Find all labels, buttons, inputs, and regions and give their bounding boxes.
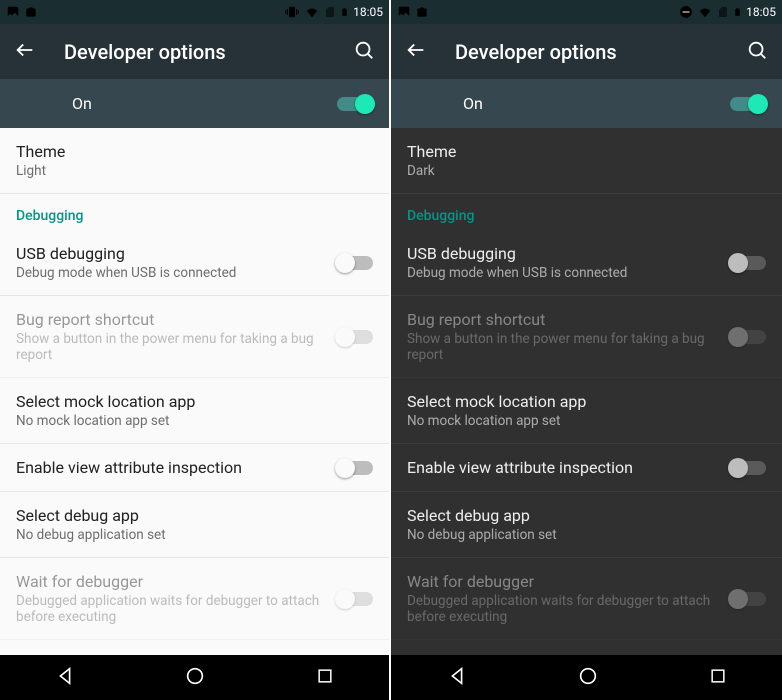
mock-sub: No mock location app set [16, 413, 373, 429]
clock: 18:05 [746, 5, 776, 19]
shop-icon [415, 5, 429, 19]
search-icon[interactable] [746, 39, 768, 65]
bug-sub: Show a button in the power menu for taki… [16, 331, 337, 363]
row-wait-debugger: Wait for debugger Debugged application w… [0, 558, 389, 640]
row-theme[interactable]: Theme Dark [391, 128, 782, 194]
wait-title: Wait for debugger [16, 572, 337, 591]
nav-bar [0, 655, 389, 700]
page-title: Developer options [64, 40, 353, 64]
section-debugging: Debugging [0, 194, 389, 230]
status-bar: 18:05 [391, 0, 782, 24]
master-toggle-row[interactable]: On [0, 79, 389, 128]
phone-light: 18:05 Developer options On Theme Light D… [0, 0, 391, 700]
wait-switch [730, 592, 766, 606]
usb-switch[interactable] [730, 256, 766, 270]
back-icon[interactable] [14, 39, 36, 65]
dnd-icon [679, 5, 693, 19]
usb-title: USB debugging [407, 244, 730, 263]
master-switch[interactable] [337, 97, 373, 111]
theme-value: Dark [407, 163, 766, 179]
row-mock-location[interactable]: Select mock location app No mock locatio… [391, 378, 782, 444]
debugapp-title: Select debug app [16, 506, 373, 525]
debugapp-sub: No debug application set [16, 527, 373, 543]
sim-icon [324, 5, 336, 19]
attr-title: Enable view attribute inspection [16, 458, 337, 477]
phone-dark: 18:05 Developer options On Theme Dark De… [391, 0, 782, 700]
master-toggle-label: On [72, 94, 337, 113]
wifi-icon [697, 5, 713, 19]
status-bar: 18:05 [0, 0, 389, 24]
theme-title: Theme [407, 142, 766, 161]
search-icon[interactable] [353, 39, 375, 65]
back-icon[interactable] [405, 39, 427, 65]
row-debug-app[interactable]: Select debug app No debug application se… [391, 492, 782, 558]
battery-icon [340, 5, 349, 19]
app-bar: Developer options [0, 24, 389, 79]
vibrate-icon [284, 5, 300, 19]
app-bar: Developer options [391, 24, 782, 79]
bug-switch [730, 330, 766, 344]
nav-home-icon[interactable] [184, 665, 206, 691]
attr-title: Enable view attribute inspection [407, 458, 730, 477]
wait-sub: Debugged application waits for debugger … [407, 593, 730, 625]
row-bug-report: Bug report shortcut Show a button in the… [391, 296, 782, 378]
nav-home-icon[interactable] [577, 665, 599, 691]
wait-title: Wait for debugger [407, 572, 730, 591]
mock-sub: No mock location app set [407, 413, 766, 429]
wifi-icon [304, 5, 320, 19]
usb-sub: Debug mode when USB is connected [16, 265, 337, 281]
row-wait-debugger: Wait for debugger Debugged application w… [391, 558, 782, 640]
wait-switch [337, 592, 373, 606]
bug-switch [337, 330, 373, 344]
row-attr-inspect[interactable]: Enable view attribute inspection [0, 444, 389, 492]
image-icon [6, 5, 20, 19]
bug-title: Bug report shortcut [16, 310, 337, 329]
section-debugging: Debugging [391, 194, 782, 230]
attr-switch[interactable] [730, 461, 766, 475]
row-usb-debugging[interactable]: USB debugging Debug mode when USB is con… [391, 230, 782, 296]
page-title: Developer options [455, 40, 746, 64]
wait-sub: Debugged application waits for debugger … [16, 593, 337, 625]
usb-switch[interactable] [337, 256, 373, 270]
nav-back-icon[interactable] [446, 665, 468, 691]
nav-bar [391, 655, 782, 700]
master-toggle-label: On [463, 94, 730, 113]
row-debug-app[interactable]: Select debug app No debug application se… [0, 492, 389, 558]
master-switch[interactable] [730, 97, 766, 111]
row-theme[interactable]: Theme Light [0, 128, 389, 194]
row-attr-inspect[interactable]: Enable view attribute inspection [391, 444, 782, 492]
attr-switch[interactable] [337, 461, 373, 475]
row-bug-report: Bug report shortcut Show a button in the… [0, 296, 389, 378]
theme-value: Light [16, 163, 373, 179]
row-mock-location[interactable]: Select mock location app No mock locatio… [0, 378, 389, 444]
theme-title: Theme [16, 142, 373, 161]
nav-back-icon[interactable] [54, 665, 76, 691]
usb-sub: Debug mode when USB is connected [407, 265, 730, 281]
usb-title: USB debugging [16, 244, 337, 263]
debugapp-title: Select debug app [407, 506, 766, 525]
master-toggle-row[interactable]: On [391, 79, 782, 128]
nav-recents-icon[interactable] [315, 666, 335, 690]
debugapp-sub: No debug application set [407, 527, 766, 543]
mock-title: Select mock location app [16, 392, 373, 411]
mock-title: Select mock location app [407, 392, 766, 411]
row-usb-debugging[interactable]: USB debugging Debug mode when USB is con… [0, 230, 389, 296]
battery-icon [733, 5, 742, 19]
bug-sub: Show a button in the power menu for taki… [407, 331, 730, 363]
settings-list: Theme Light Debugging USB debugging Debu… [0, 128, 389, 655]
image-icon [397, 5, 411, 19]
clock: 18:05 [353, 5, 383, 19]
sim-icon [717, 5, 729, 19]
nav-recents-icon[interactable] [708, 666, 728, 690]
shop-icon [24, 5, 38, 19]
settings-list: Theme Dark Debugging USB debugging Debug… [391, 128, 782, 655]
bug-title: Bug report shortcut [407, 310, 730, 329]
